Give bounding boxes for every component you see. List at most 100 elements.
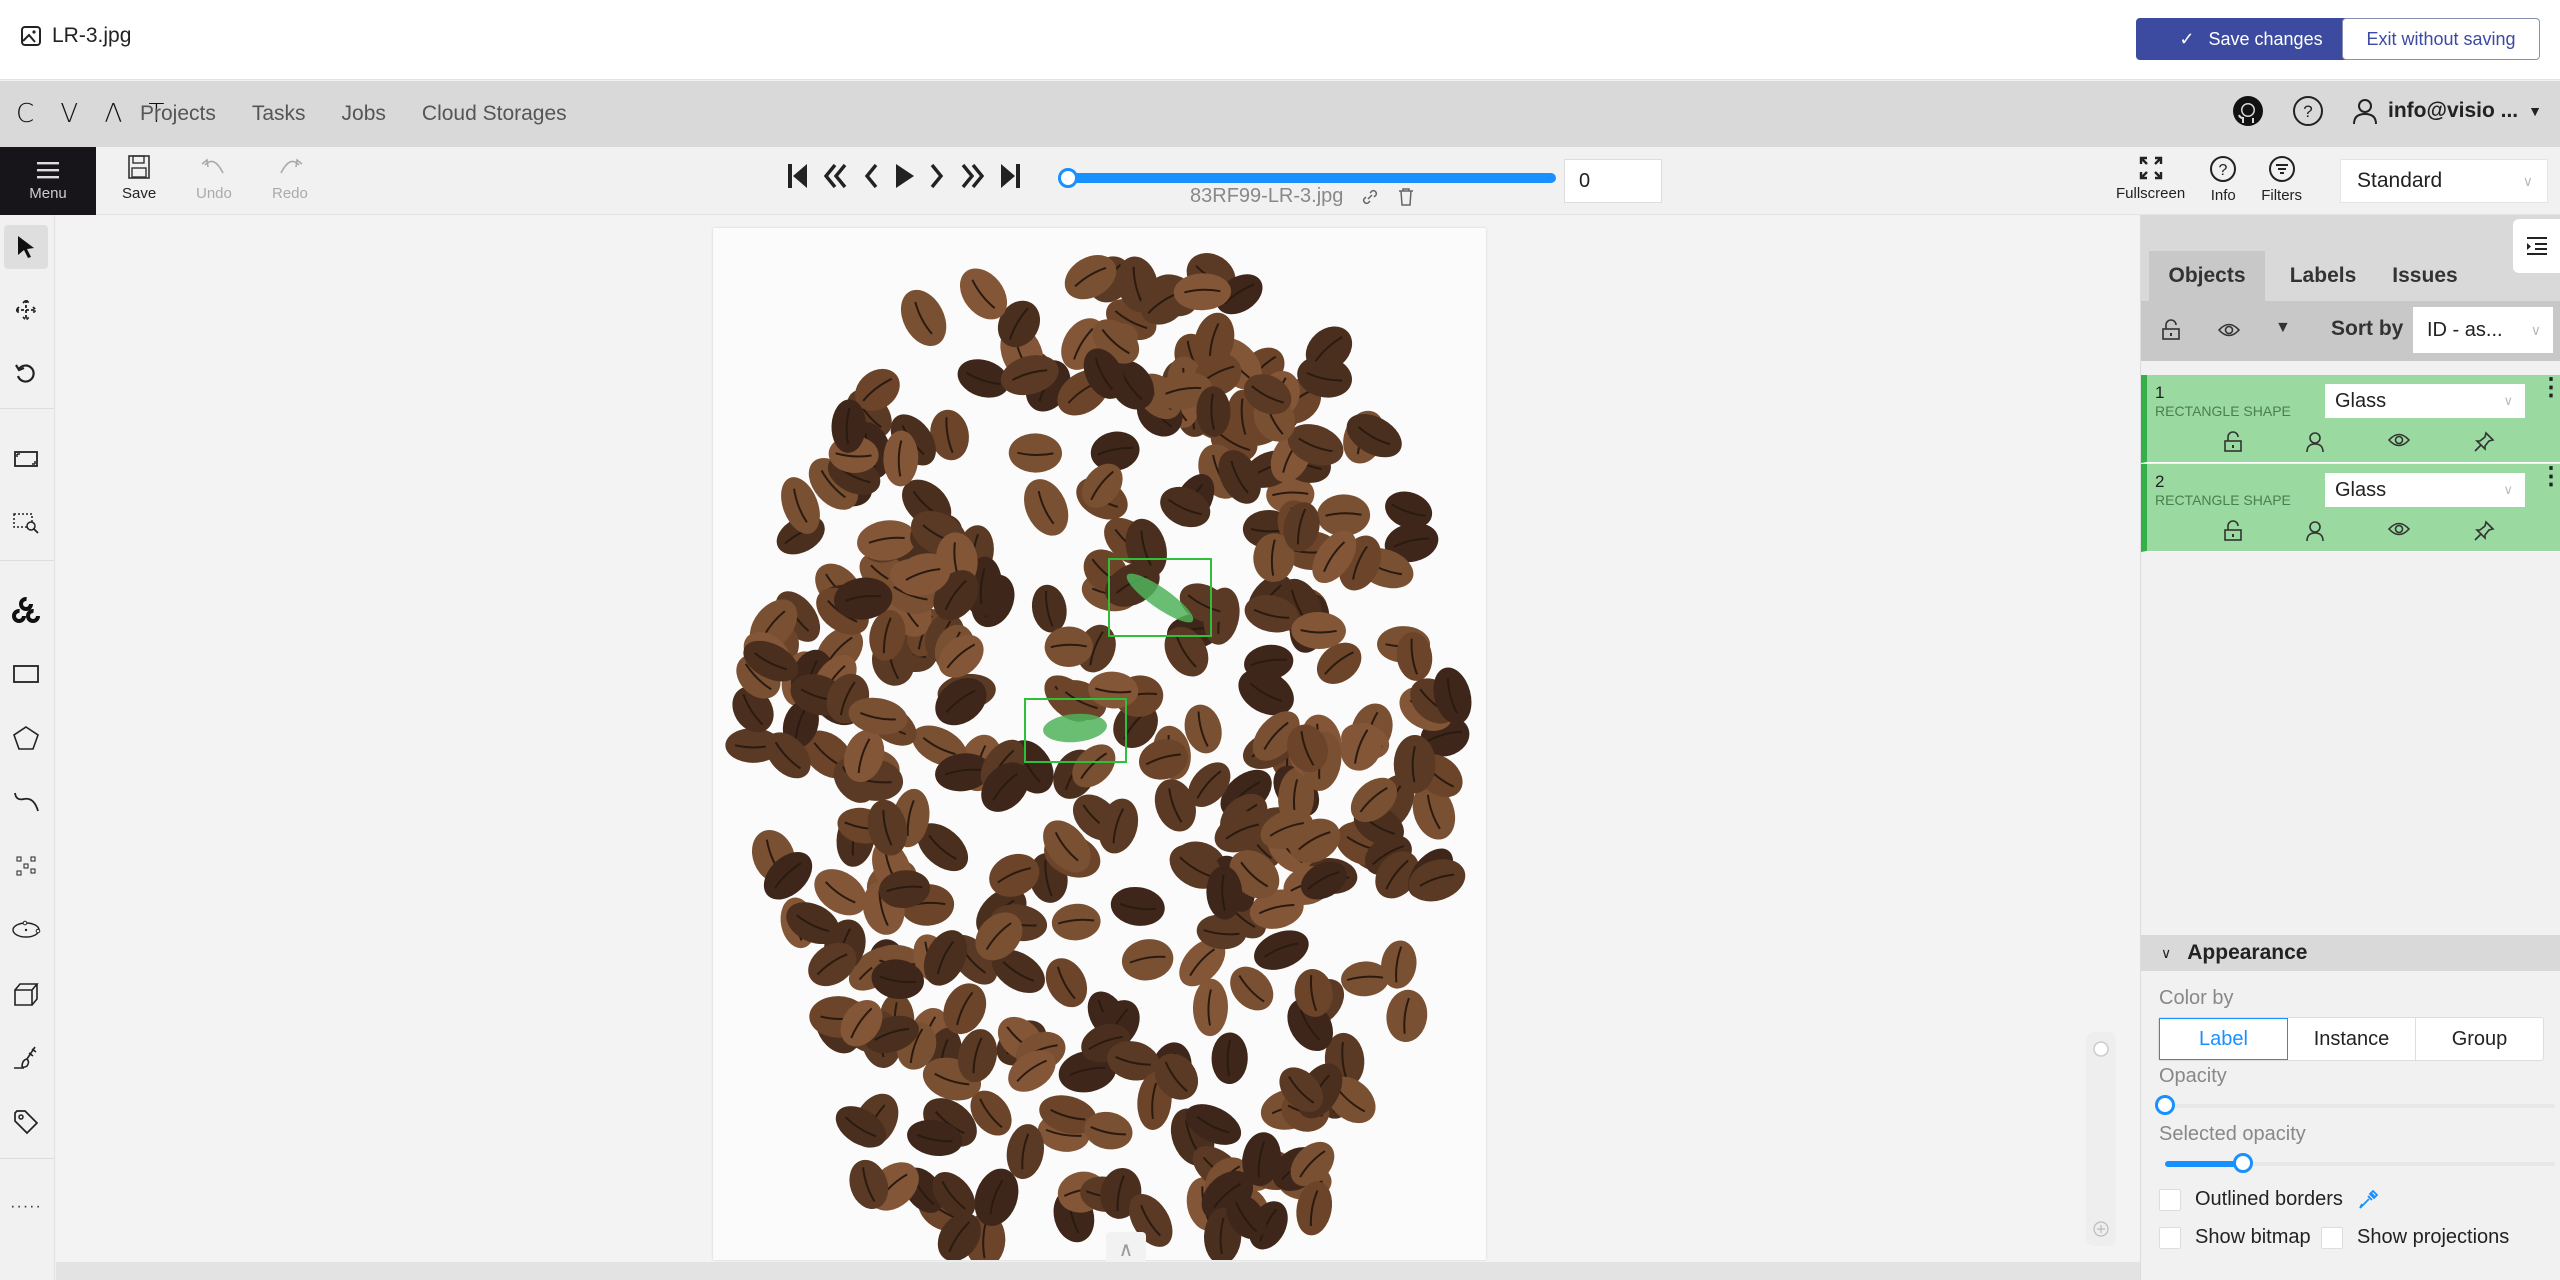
user-icon[interactable] — [2305, 520, 2325, 542]
appearance-header[interactable]: ∨ Appearance — [2141, 935, 2560, 971]
frame-slider-track[interactable] — [1066, 173, 1556, 183]
opencv-tool[interactable] — [4, 588, 48, 632]
checkbox-box[interactable] — [2321, 1226, 2343, 1249]
object-item[interactable]: 1 RECTANGLE SHAPE Glass ∨ ⋮ — [2141, 375, 2560, 463]
menu-button[interactable]: Menu — [0, 147, 96, 215]
nav-jobs[interactable]: Jobs — [342, 102, 386, 126]
draw-polyline-tool[interactable] — [4, 780, 48, 824]
more-options-icon[interactable]: ⋮ — [2539, 376, 2560, 400]
more-tools[interactable]: ····· — [4, 1185, 48, 1229]
object-actions — [2223, 431, 2495, 453]
collapse-sidebar-button[interactable] — [2513, 219, 2560, 273]
user-menu[interactable]: info@visio ... ▼ — [2352, 97, 2542, 125]
rotate-tool[interactable] — [4, 352, 48, 396]
exit-without-saving-button[interactable]: Exit without saving — [2342, 18, 2540, 60]
collapse-up-button[interactable]: ∧ — [1106, 1232, 1146, 1266]
fit-image-tool[interactable] — [4, 437, 48, 481]
cursor-tool[interactable] — [4, 225, 48, 269]
fast-forward-icon[interactable] — [957, 161, 987, 191]
objects-sidebar: Objects Labels Issues ▼ Sort by ID - as.… — [2140, 215, 2560, 1280]
zoom-region-tool[interactable] — [4, 501, 48, 545]
object-label-value: Glass — [2335, 389, 2387, 412]
fullscreen-button[interactable]: Fullscreen — [2116, 155, 2185, 204]
eye-icon[interactable] — [2387, 520, 2411, 538]
draw-cuboid-tool[interactable] — [4, 972, 48, 1016]
frame-number-input[interactable]: 0 — [1564, 159, 1662, 203]
more-options-icon[interactable]: ⋮ — [2539, 465, 2560, 489]
opacity-slider-handle[interactable] — [2155, 1095, 2175, 1115]
draw-points-tool[interactable] — [4, 844, 48, 888]
zoom-region-icon — [13, 513, 39, 534]
save-button[interactable]: Save — [122, 155, 156, 202]
selected-opacity-slider-handle[interactable] — [2233, 1153, 2253, 1173]
user-icon[interactable] — [2305, 431, 2325, 453]
redo-button[interactable]: Redo — [272, 155, 308, 202]
selected-opacity-label: Selected opacity — [2159, 1123, 2306, 1145]
color-by-group-option[interactable]: Group — [2416, 1018, 2543, 1060]
workspace-select[interactable]: Standard ∨ — [2340, 159, 2548, 203]
zoom-in-icon[interactable] — [2092, 1220, 2110, 1238]
github-icon[interactable] — [2232, 95, 2264, 127]
show-projections-checkbox[interactable]: Show projections — [2321, 1226, 2509, 1249]
expand-all-icon[interactable]: ▼ — [2275, 319, 2291, 337]
tab-labels[interactable]: Labels — [2275, 251, 2371, 301]
draw-polygon-tool[interactable] — [4, 716, 48, 760]
object-label-select[interactable]: Glass ∨ — [2325, 384, 2525, 418]
help-icon[interactable]: ? — [2292, 95, 2324, 127]
show-bitmap-checkbox[interactable]: Show bitmap — [2159, 1226, 2311, 1249]
draw-ellipse-tool[interactable] — [4, 908, 48, 952]
link-icon[interactable] — [1361, 188, 1379, 206]
pin-icon[interactable] — [2473, 431, 2495, 453]
floppy-disk-icon — [128, 155, 150, 179]
eye-all-icon[interactable] — [2217, 321, 2241, 339]
last-frame-icon[interactable] — [997, 161, 1023, 191]
image-frame[interactable] — [713, 228, 1486, 1260]
outlined-borders-checkbox[interactable]: Outlined borders — [2159, 1188, 2379, 1211]
lock-icon[interactable] — [2223, 431, 2243, 453]
nav-projects[interactable]: Projects — [140, 102, 216, 126]
opacity-slider[interactable] — [2165, 1104, 2555, 1108]
sort-by-select[interactable]: ID - as... ∨ — [2413, 307, 2553, 353]
player-controls — [785, 161, 1023, 191]
delete-frame-icon[interactable] — [1397, 187, 1415, 207]
nav-tasks[interactable]: Tasks — [252, 102, 306, 126]
first-frame-icon[interactable] — [785, 161, 811, 191]
tab-objects[interactable]: Objects — [2149, 251, 2265, 301]
draw-mask-tool[interactable] — [4, 1036, 48, 1080]
object-label-select[interactable]: Glass ∨ — [2325, 473, 2525, 507]
pin-icon[interactable] — [2473, 520, 2495, 542]
rectangle-icon — [13, 665, 39, 683]
checkbox-box[interactable] — [2159, 1226, 2181, 1249]
filters-button[interactable]: Filters — [2261, 155, 2302, 204]
draw-rectangle-tool[interactable] — [4, 652, 48, 696]
previous-frame-icon[interactable] — [861, 161, 881, 191]
frame-slider-handle[interactable] — [1058, 168, 1078, 188]
lock-icon[interactable] — [2223, 520, 2243, 542]
fast-backward-icon[interactable] — [821, 161, 851, 191]
checkbox-box[interactable] — [2159, 1188, 2181, 1211]
coffee-bean — [1110, 886, 1165, 926]
undo-button[interactable]: Undo — [196, 155, 232, 202]
object-item[interactable]: 2 RECTANGLE SHAPE Glass ∨ ⋮ — [2141, 464, 2560, 552]
zoom-handle-icon[interactable] — [2092, 1040, 2110, 1058]
zoom-slider[interactable] — [2086, 1032, 2116, 1246]
move-tool[interactable] — [4, 288, 48, 332]
setup-tag-tool[interactable] — [4, 1100, 48, 1144]
show-projections-label: Show projections — [2357, 1226, 2510, 1248]
play-icon[interactable] — [891, 161, 917, 191]
save-changes-button[interactable]: ✓ Save changes — [2136, 18, 2366, 60]
next-frame-icon[interactable] — [927, 161, 947, 191]
info-button[interactable]: ? Info — [2209, 155, 2237, 204]
color-by-label-option[interactable]: Label — [2159, 1018, 2288, 1060]
tab-issues[interactable]: Issues — [2377, 251, 2473, 301]
eye-icon[interactable] — [2387, 431, 2411, 449]
hamburger-icon — [37, 161, 59, 178]
annotation-box-1[interactable] — [1108, 558, 1212, 637]
color-by-instance-option[interactable]: Instance — [2288, 1018, 2416, 1060]
nav-cloud-storages[interactable]: Cloud Storages — [422, 102, 567, 126]
sort-by-value: ID - as... — [2427, 318, 2503, 341]
annotation-box-2[interactable] — [1024, 698, 1127, 763]
canvas-area[interactable]: ∧ — [56, 216, 2140, 1268]
lock-all-icon[interactable] — [2161, 319, 2181, 341]
color-picker-icon[interactable] — [2357, 1189, 2379, 1211]
